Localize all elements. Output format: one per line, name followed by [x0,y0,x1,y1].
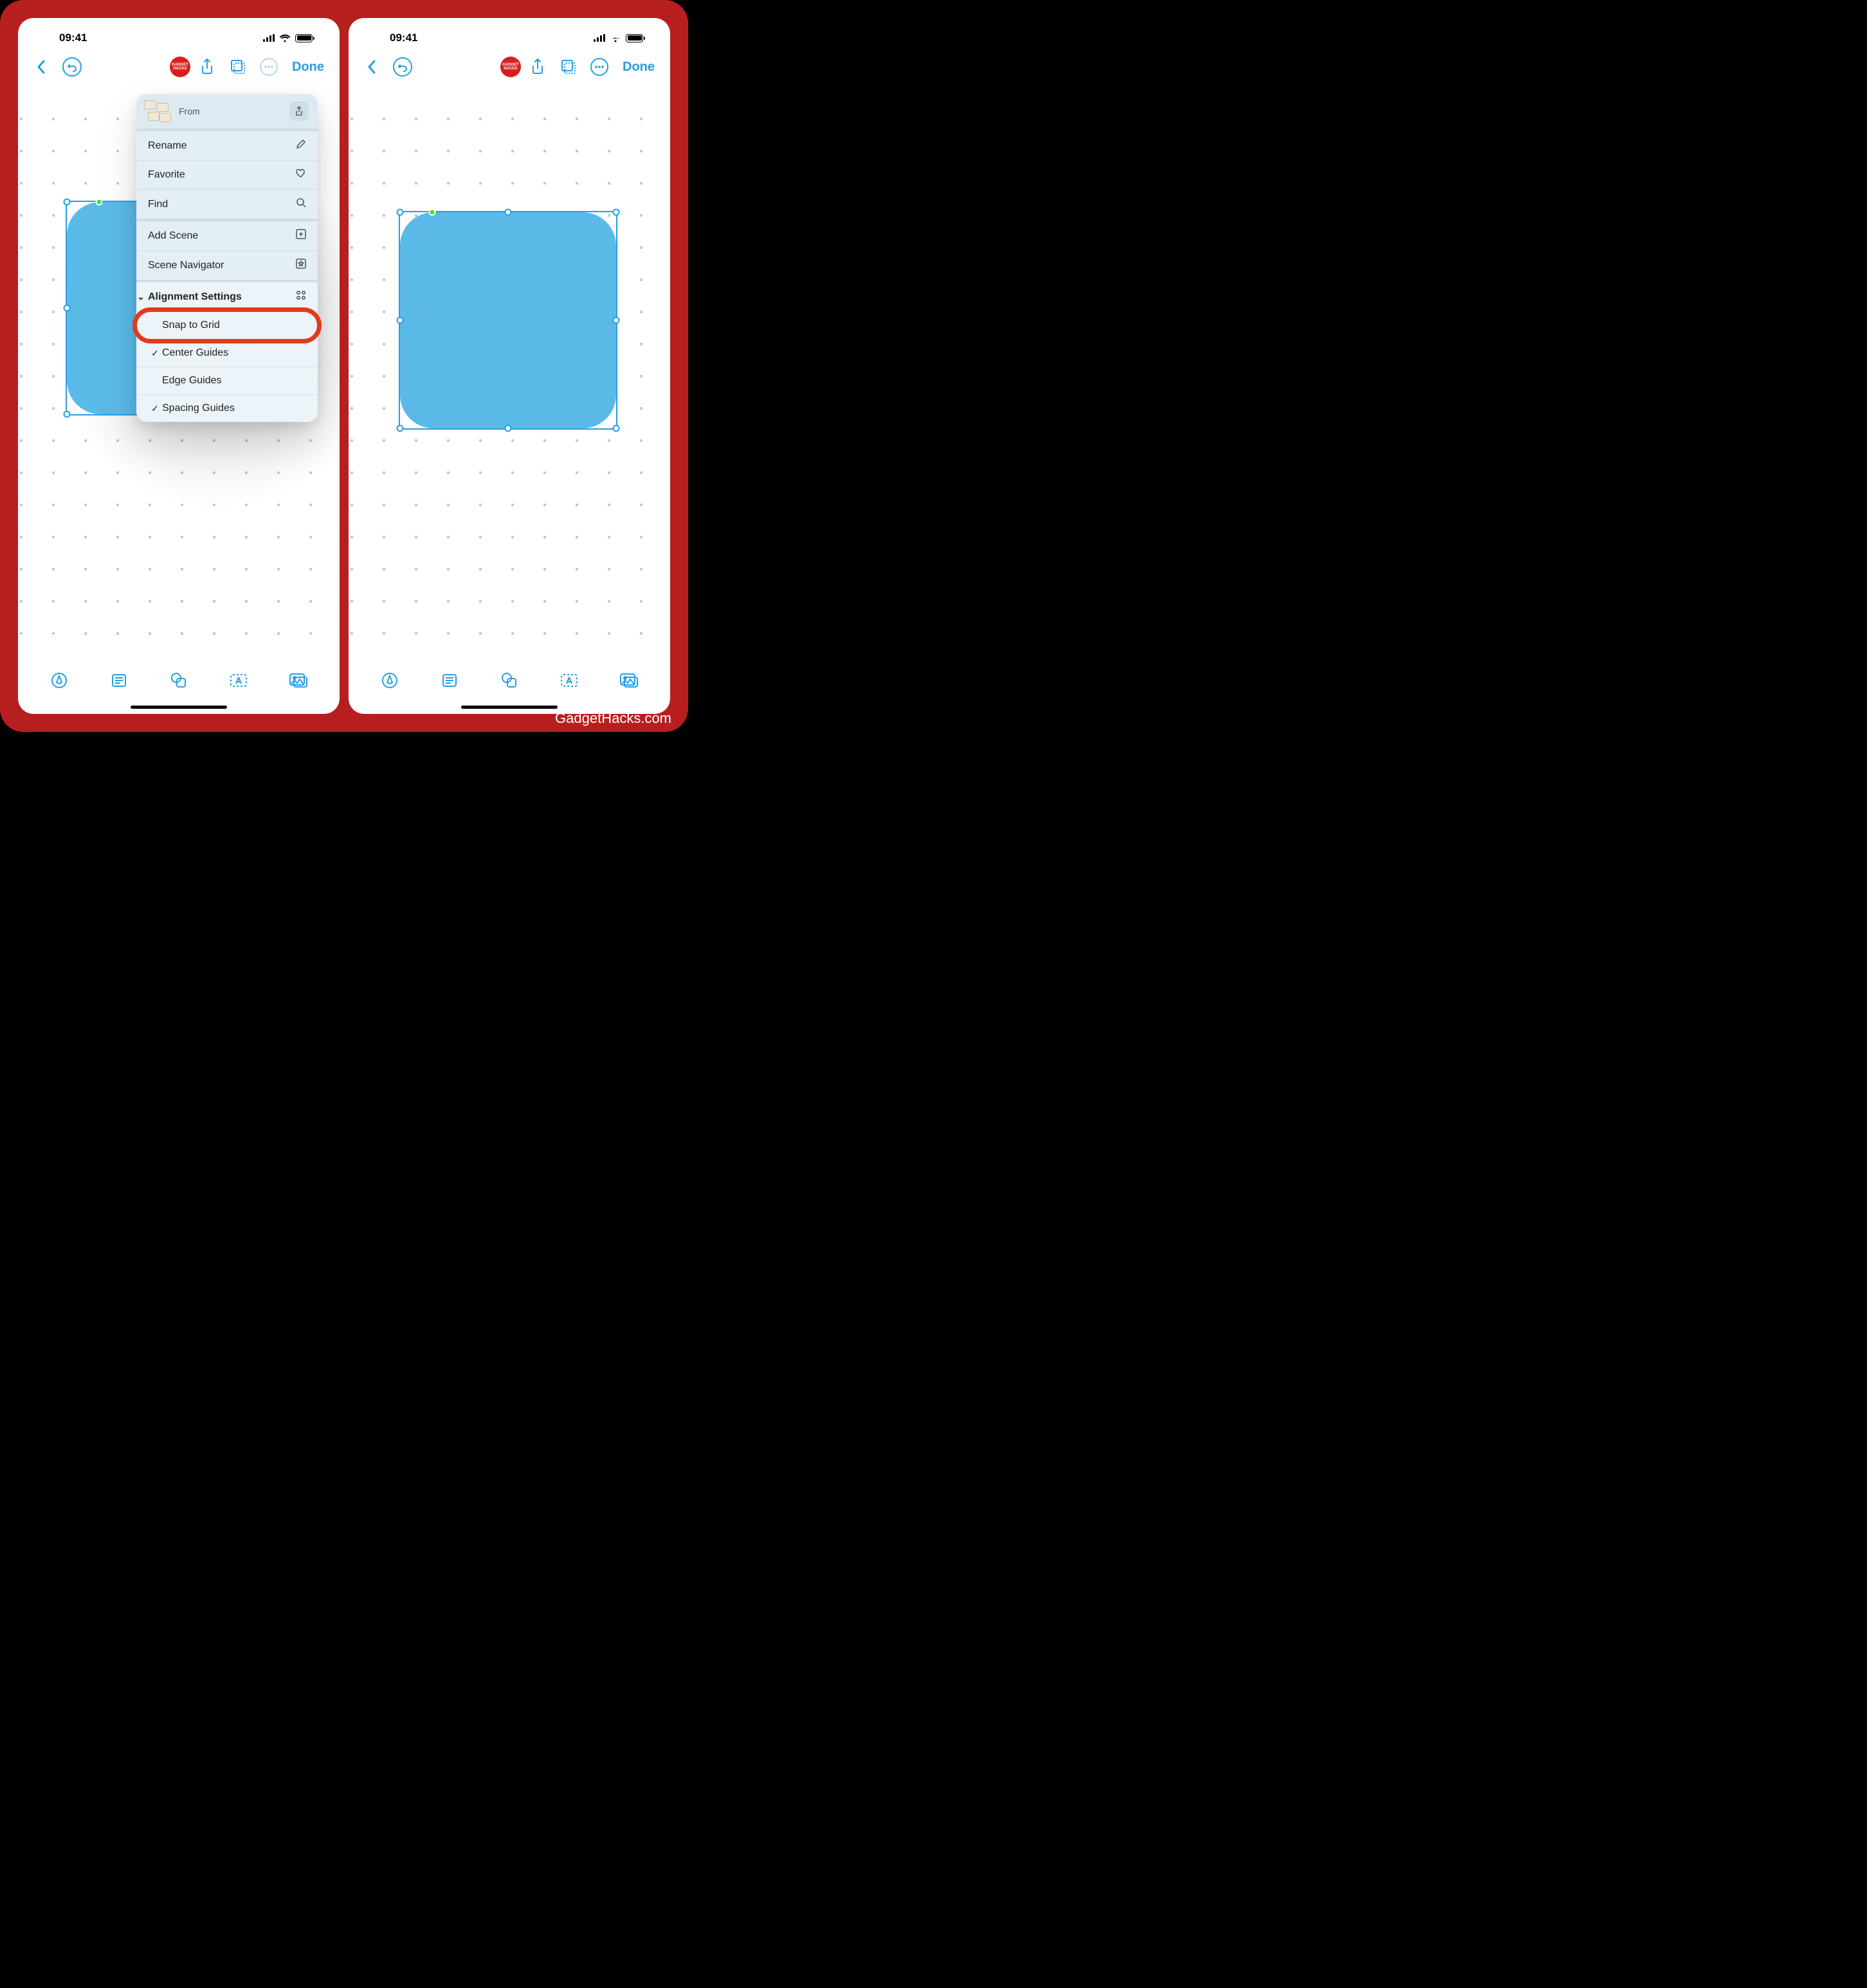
share-button[interactable] [524,53,552,81]
bottom-toolbar [18,662,340,698]
shapes-button[interactable] [495,666,524,695]
undo-button[interactable] [388,53,417,81]
share-button[interactable] [193,53,221,81]
popover-share-icon[interactable] [289,102,309,121]
cellular-icon [263,34,275,42]
chevron-down-icon: ⌄ [136,291,148,302]
rotate-handle[interactable] [96,199,103,206]
check-icon: ✓ [148,348,162,359]
canvas[interactable] [349,89,670,662]
search-icon [296,197,306,211]
pen-tool-button[interactable] [376,666,404,695]
shapes-button[interactable] [165,666,193,695]
footer-credit: GadgetHacks.com [555,710,671,727]
popover-header: From [136,94,318,129]
menu-find[interactable]: Find [136,190,318,219]
menu-edge-guides[interactable]: Edge Guides [136,367,318,394]
more-menu-popover: From Rename Favorite Find Ad [136,94,318,422]
status-icons [263,34,313,42]
status-icons [594,34,643,42]
home-indicator[interactable] [461,706,558,709]
menu-center-guides[interactable]: ✓ Center Guides [136,339,318,367]
document-thumbnails [144,100,172,122]
home-indicator[interactable] [131,706,227,709]
tutorial-container: 09:41 GADGET HACKS [0,0,688,732]
wifi-icon [279,34,291,42]
scenes-button[interactable] [224,53,252,81]
brand-badge: GADGET HACKS [170,57,190,77]
wifi-icon [610,34,621,42]
heart-icon [295,169,306,181]
rotate-handle[interactable] [429,209,436,216]
star-square-icon [296,259,306,272]
menu-scene-navigator[interactable]: Scene Navigator [136,251,318,280]
battery-icon [626,34,643,42]
status-bar: 09:41 [18,18,340,49]
brand-badge: GADGET HACKS [500,57,521,77]
battery-icon [295,34,313,42]
media-button[interactable] [615,666,643,695]
status-time: 09:41 [59,32,87,44]
back-button[interactable] [358,53,386,81]
popover-from-label: From [179,106,289,116]
scenes-button[interactable] [554,53,583,81]
menu-add-scene[interactable]: Add Scene [136,221,318,250]
done-button[interactable]: Done [286,60,331,75]
done-button[interactable]: Done [616,60,661,75]
more-button[interactable] [585,53,614,81]
menu-snap-to-grid[interactable]: Snap to Grid [136,311,318,339]
menu-spacing-guides[interactable]: ✓ Spacing Guides [136,394,318,422]
menu-rename[interactable]: Rename [136,131,318,160]
plus-square-icon [296,229,306,242]
more-button[interactable] [255,53,283,81]
menu-alignment-settings[interactable]: ⌄ Alignment Settings [136,282,318,311]
notes-button[interactable] [105,666,133,695]
check-icon: ✓ [148,403,162,414]
notes-button[interactable] [435,666,464,695]
selection-box [399,211,617,430]
bottom-toolbar [349,662,670,698]
menu-favorite[interactable]: Favorite [136,161,318,189]
cellular-icon [594,34,605,42]
grid-icon [296,290,306,304]
text-button[interactable] [555,666,583,695]
pen-tool-button[interactable] [45,666,73,695]
back-button[interactable] [27,53,55,81]
top-toolbar: GADGET HACKS Done [18,49,340,85]
status-time: 09:41 [390,32,417,44]
phone-left: 09:41 GADGET HACKS [18,18,340,714]
media-button[interactable] [284,666,313,695]
pencil-icon [296,139,306,152]
undo-button[interactable] [58,53,86,81]
top-toolbar: GADGET HACKS Done [349,49,670,85]
text-button[interactable] [224,666,253,695]
phone-right: 09:41 GADGET HACKS [349,18,670,714]
status-bar: 09:41 [349,18,670,49]
